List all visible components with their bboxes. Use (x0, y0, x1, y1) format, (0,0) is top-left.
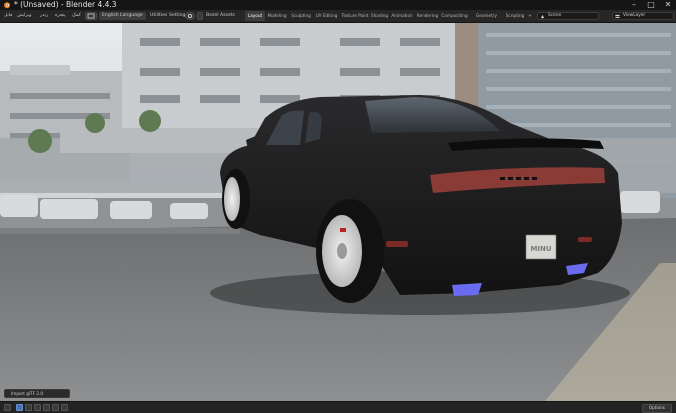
blender-logo-icon (4, 2, 10, 9)
tab-rendering[interactable]: Rendering (415, 11, 440, 21)
add-workspace-button[interactable]: + (526, 11, 534, 21)
utilities-menu[interactable]: Utilities (150, 10, 167, 22)
tab-compositing[interactable]: Compositing (440, 11, 469, 21)
scene-selector[interactable]: Scene (537, 12, 599, 20)
scene-icon (540, 14, 545, 18)
tab-uv-editing[interactable]: UV Editing (313, 11, 340, 21)
exhaust-left (452, 283, 482, 296)
window-title: * (Unsaved) - Blender 4.4.3 (14, 0, 117, 9)
select-invert-icon[interactable] (43, 404, 50, 411)
view-layer-icon (615, 14, 620, 18)
editor-type-button[interactable] (85, 12, 97, 20)
viewport-render: MINU (0, 23, 676, 401)
pin-icon[interactable] (61, 404, 68, 411)
menu-render[interactable]: رندر (40, 10, 48, 22)
select-mode-icon[interactable] (4, 404, 11, 411)
select-box-icon[interactable] (16, 404, 23, 411)
maximize-button[interactable]: □ (643, 0, 659, 10)
menu-file[interactable]: فایل (4, 10, 12, 22)
bezel-assets-button[interactable]: Bezel Assets (206, 10, 235, 22)
tab-scripting[interactable]: Scripting (504, 11, 526, 21)
rear-wheel (316, 199, 384, 303)
view-layer-selector[interactable]: ViewLayer (612, 12, 674, 20)
status-bar: Options (0, 401, 676, 413)
addon-toggle[interactable] (197, 12, 203, 20)
3d-viewport[interactable]: MINU Import glTF 2.0 (0, 23, 676, 401)
close-button[interactable]: ✕ (660, 0, 676, 10)
tab-layout[interactable]: Layout (245, 11, 265, 21)
gear-button[interactable] (185, 12, 195, 20)
gear-icon (187, 13, 193, 19)
title-bar: * (Unsaved) - Blender 4.4.3 – □ ✕ (0, 0, 676, 10)
last-operator-panel[interactable]: Import glTF 2.0 (4, 389, 70, 398)
tab-geometry-nodes[interactable]: Geometry Nodes (469, 11, 504, 28)
view-layer-name: ViewLayer (623, 13, 646, 18)
language-button[interactable]: English Language (99, 12, 146, 20)
tab-modeling[interactable]: Modeling (265, 11, 289, 21)
minimize-button[interactable]: – (626, 0, 642, 10)
menu-edit[interactable]: ویرایش (17, 10, 31, 22)
select-intersect-icon[interactable] (52, 404, 59, 411)
tab-animation[interactable]: Animation (389, 11, 415, 21)
menu-window[interactable]: پنجره (55, 10, 66, 22)
editor-type-icon (87, 13, 95, 19)
select-extend-icon[interactable] (25, 404, 32, 411)
scene-name: Scene (548, 13, 562, 18)
concrete-barrier (0, 228, 240, 234)
tab-sculpting[interactable]: Sculpting (289, 11, 313, 21)
license-plate-text: MINU (530, 245, 551, 253)
tab-texture-paint[interactable]: Texture Paint (340, 11, 370, 21)
select-subtract-icon[interactable] (34, 404, 41, 411)
top-bar: فایل ویرایش رندر پنجره کمک English Langu… (0, 10, 676, 28)
menu-help[interactable]: کمک (72, 10, 81, 22)
rear-reflector-left (386, 241, 408, 247)
front-wheel (222, 169, 250, 229)
tab-shading[interactable]: Shading (370, 11, 389, 21)
rear-reflector-right (578, 237, 592, 242)
last-operator-label: Import glTF 2.0 (11, 391, 44, 396)
